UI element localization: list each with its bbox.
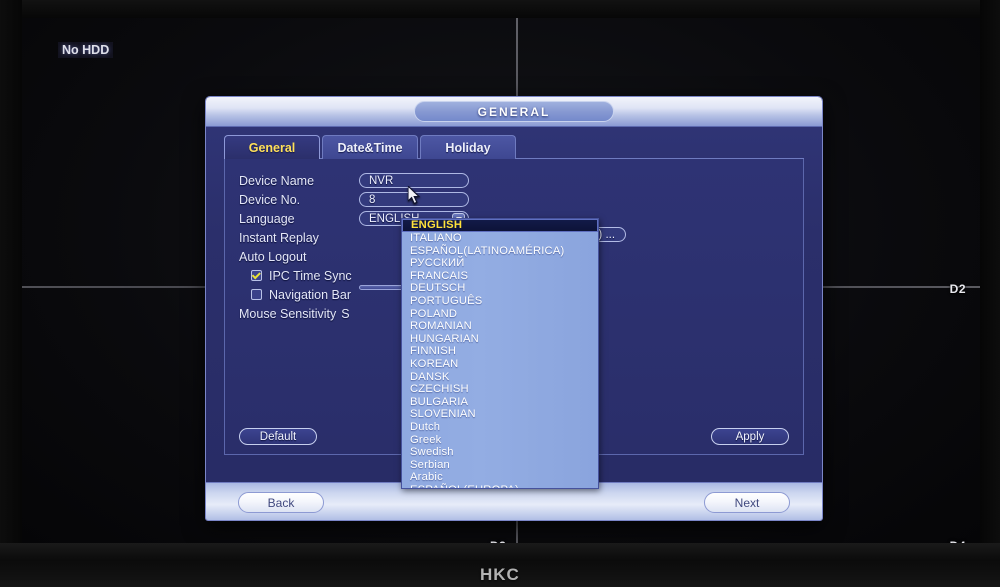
language-option[interactable]: BULGARIA	[402, 396, 598, 409]
label-auto-logout: Auto Logout	[239, 249, 307, 264]
navigation-bar-checkbox[interactable]	[251, 289, 262, 300]
default-button[interactable]: Default	[239, 428, 317, 445]
label-language: Language	[239, 211, 295, 226]
panel-action-bar: Default Apply	[239, 428, 789, 445]
label-navigation-bar: Navigation Bar	[269, 287, 351, 302]
language-option[interactable]: ESPAÑOL(EUROPA)	[402, 484, 598, 488]
status-badge-no-hdd: No HDD	[58, 42, 114, 58]
language-option[interactable]: Swedish	[402, 446, 598, 459]
row-device-name: Device Name NVR	[239, 171, 789, 190]
language-option[interactable]: Serbian	[402, 459, 598, 472]
channel-label-d3: D3	[490, 539, 506, 543]
label-device-no: Device No.	[239, 192, 301, 207]
general-settings-panel: Device Name NVR Device No. 8 Language EN…	[224, 159, 804, 489]
monitor-bezel-top	[0, 0, 1000, 18]
tab-bar: General Date&Time Holiday	[224, 135, 804, 159]
language-option[interactable]: ROMANIAN	[402, 320, 598, 333]
dialog-body: General Date&Time Holiday Device Name NV…	[206, 127, 822, 489]
next-button[interactable]: Next	[704, 492, 790, 513]
tab-general[interactable]: General	[224, 135, 320, 159]
general-settings-dialog: GENERAL General Date&Time Holiday Device…	[205, 96, 823, 521]
language-option[interactable]: PORTUGUÊS	[402, 295, 598, 308]
channel-label-d2: D2	[949, 282, 966, 296]
language-option[interactable]: FRANCAIS	[402, 270, 598, 283]
language-dropdown-list[interactable]: ENGLISH ITALIANO ESPAÑOL(LATINOAMÉRICA) РУС…	[401, 218, 599, 489]
apply-button[interactable]: Apply	[711, 428, 789, 445]
device-no-input[interactable]: 8	[359, 192, 469, 207]
language-option[interactable]: ITALIANO	[402, 232, 598, 245]
label-ipc-time-sync: IPC Time Sync	[269, 268, 352, 283]
language-option[interactable]: CZECHISH	[402, 383, 598, 396]
dialog-title-pill: GENERAL	[414, 101, 614, 122]
tab-holiday[interactable]: Holiday	[420, 135, 516, 159]
language-option[interactable]: DANSK	[402, 371, 598, 384]
language-option[interactable]: FINNISH	[402, 345, 598, 358]
language-option[interactable]: РУССКИЙ	[402, 257, 598, 270]
back-button[interactable]: Back	[238, 492, 324, 513]
monitor-bezel-left	[0, 0, 22, 587]
mouse-sensitivity-suffix: S	[341, 306, 350, 321]
language-option[interactable]: DEUTSCH	[402, 282, 598, 295]
language-option[interactable]: ESPAÑOL(LATINOAMÉRICA)	[402, 245, 598, 258]
language-option[interactable]: Arabic	[402, 471, 598, 484]
label-device-name: Device Name	[239, 173, 315, 188]
language-option[interactable]: SLOVENIAN	[402, 408, 598, 421]
row-device-no: Device No. 8	[239, 190, 789, 209]
language-option[interactable]: KOREAN	[402, 358, 598, 371]
monitor-bezel-right	[980, 0, 1000, 587]
dialog-title-bar: GENERAL	[206, 97, 822, 127]
language-option[interactable]: POLAND	[402, 308, 598, 321]
language-option[interactable]: ENGLISH	[402, 219, 598, 232]
device-name-input[interactable]: NVR	[359, 173, 469, 188]
nvr-screen: No HDD D2 D3 D4 GENERAL General Date&Tim…	[22, 18, 980, 543]
label-instant-replay: Instant Replay	[239, 230, 319, 245]
label-mouse-sensitivity: Mouse Sensitivity	[239, 306, 337, 321]
language-option[interactable]: HUNGARIAN	[402, 333, 598, 346]
channel-label-d4: D4	[950, 539, 966, 543]
ipc-time-sync-checkbox[interactable]	[251, 270, 262, 281]
tab-date-time[interactable]: Date&Time	[322, 135, 418, 159]
dialog-title: GENERAL	[477, 104, 551, 119]
monitor-brand-logo: HKC	[480, 565, 520, 584]
monitor-photo: HKC No HDD D2 D3 D4 GENERAL General Date…	[0, 0, 1000, 587]
